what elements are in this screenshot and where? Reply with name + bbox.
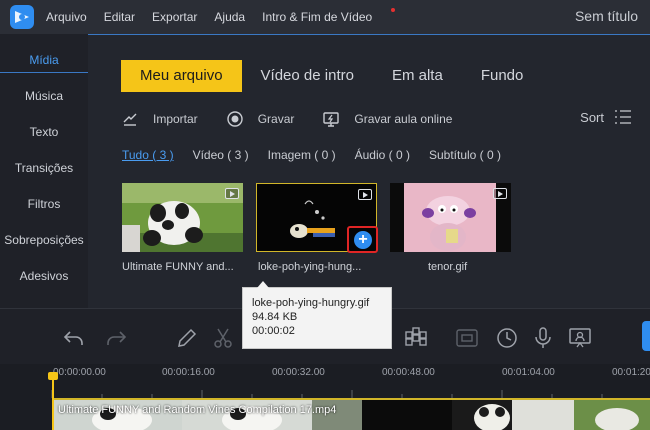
media-label-1: Ultimate FUNNY and... [122, 261, 234, 273]
plus-icon: + [354, 231, 372, 249]
playhead-marker[interactable] [48, 372, 58, 430]
cut-button[interactable] [211, 326, 235, 350]
ruler-tick-label: 00:00:16.00 [162, 367, 215, 378]
add-to-timeline-button[interactable]: + [347, 226, 378, 253]
filter-imagem[interactable]: Imagem ( 0 ) [268, 148, 336, 162]
import-button[interactable]: Importar [121, 110, 198, 128]
screen-recorder-button[interactable] [568, 326, 592, 350]
menu-exportar[interactable]: Exportar [152, 10, 197, 24]
filter-tudo[interactable]: Tudo ( 3 ) [122, 148, 174, 162]
undo-icon [63, 331, 83, 345]
record-online-label: Gravar aula online [354, 112, 453, 126]
microphone-icon [535, 327, 551, 348]
video-track-clip[interactable]: Ultimate FUNNY and Random Vines Compilat… [52, 398, 650, 430]
import-label: Importar [153, 112, 198, 126]
edit-button[interactable] [175, 326, 199, 350]
ruler-tick-label: 00:01:20 [612, 367, 650, 378]
sidebar-item-filtros[interactable]: Filtros [0, 197, 88, 211]
ruler-tick-label: 00:00:32.00 [272, 367, 325, 378]
media-tabs: Meu arquivo Vídeo de intro Em alta Fundo [121, 60, 542, 92]
record-label: Gravar [257, 112, 295, 126]
media-actions: Importar Gravar Gravar aula online [121, 107, 480, 131]
sort-list-icon [615, 110, 631, 124]
ruler-tick-label: 00:00:00.00 [53, 367, 106, 378]
mosaic-icon [405, 327, 427, 346]
media-label-2: loke-poh-ying-hung... [258, 261, 362, 273]
clip-title: Ultimate FUNNY and Random Vines Compilat… [58, 404, 337, 416]
sidebar-item-transicoes[interactable]: Transições [0, 161, 88, 175]
duration-button[interactable] [495, 326, 519, 350]
undo-button[interactable] [62, 326, 86, 350]
redo-button[interactable] [104, 326, 128, 350]
clock-icon [497, 328, 517, 348]
sidebar-item-texto[interactable]: Texto [0, 125, 88, 139]
menu-intro-fim-label: Intro & Fim de Vídeo [262, 10, 373, 24]
crop-button[interactable] [455, 326, 479, 350]
record-button[interactable]: Gravar [226, 110, 295, 128]
tab-meu-arquivo[interactable]: Meu arquivo [121, 60, 242, 92]
sidebar-item-sobreposicoes[interactable]: Sobreposições [0, 233, 88, 247]
sidebar-item-adesivos[interactable]: Adesivos [0, 269, 88, 283]
tooltip-file-name: loke-poh-ying-hungry.gif [252, 297, 370, 309]
sidebar-item-midia[interactable]: Mídia [0, 53, 88, 67]
media-filters: Tudo ( 3 ) Vídeo ( 3 ) Imagem ( 0 ) Áudi… [122, 148, 520, 162]
tab-video-de-intro[interactable]: Vídeo de intro [242, 60, 373, 92]
menu-bar: Arquivo Editar Exportar Ajuda Intro & Fi… [46, 0, 406, 34]
record-online-button[interactable]: Gravar aula online [322, 110, 452, 128]
video-badge-icon [358, 189, 372, 200]
filter-audio[interactable]: Áudio ( 0 ) [355, 148, 410, 162]
title-bar: Arquivo Editar Exportar Ajuda Intro & Fi… [0, 0, 650, 34]
media-thumbnail-3[interactable] [390, 183, 511, 252]
sort-label: Sort [580, 109, 604, 125]
app-logo-icon [10, 5, 34, 29]
window-title: Sem título [574, 8, 638, 24]
menu-ajuda[interactable]: Ajuda [214, 10, 245, 24]
export-button[interactable] [642, 321, 650, 351]
crop-frame-icon [456, 329, 478, 347]
video-badge-icon [493, 188, 507, 199]
pencil-icon [178, 328, 197, 347]
media-info-tooltip: loke-poh-ying-hungry.gif 94.84 KB 00:00:… [242, 281, 392, 349]
media-label-3: tenor.gif [428, 261, 468, 273]
ruler-tick-label: 00:00:48.00 [382, 367, 435, 378]
tooltip-duration: 00:00:02 [252, 325, 295, 337]
mosaic-button[interactable] [404, 326, 428, 350]
import-icon [123, 113, 137, 126]
tab-em-alta[interactable]: Em alta [373, 60, 462, 92]
menu-intro-fim[interactable]: Intro & Fim de Vídeo [262, 8, 396, 24]
video-badge-icon [225, 188, 239, 199]
notification-dot-icon [391, 8, 396, 12]
tab-fundo[interactable]: Fundo [462, 60, 543, 92]
menu-editar[interactable]: Editar [104, 10, 135, 24]
timeline-ruler[interactable]: 00:00:00.00 00:00:16.00 00:00:32.00 00:0… [0, 364, 650, 398]
filter-video[interactable]: Vídeo ( 3 ) [193, 148, 249, 162]
filter-subtitulo[interactable]: Subtítulo ( 0 ) [429, 148, 501, 162]
screen-record-icon [323, 112, 340, 127]
media-thumbnail-1[interactable] [122, 183, 243, 252]
menu-arquivo[interactable]: Arquivo [46, 10, 87, 24]
sidebar-item-musica[interactable]: Música [0, 89, 88, 103]
presentation-icon [569, 328, 591, 348]
sidebar: Mídia Música Texto Transições Filtros So… [0, 34, 89, 308]
record-icon [226, 111, 243, 127]
voiceover-button[interactable] [531, 326, 555, 350]
sort-button[interactable]: Sort [580, 109, 632, 125]
scissors-icon [214, 328, 232, 348]
tooltip-file-size: 94.84 KB [252, 311, 298, 323]
ruler-tick-label: 00:01:04.00 [502, 367, 555, 378]
redo-icon [107, 331, 127, 345]
media-panel: Meu arquivo Vídeo de intro Em alta Fundo… [88, 34, 650, 308]
